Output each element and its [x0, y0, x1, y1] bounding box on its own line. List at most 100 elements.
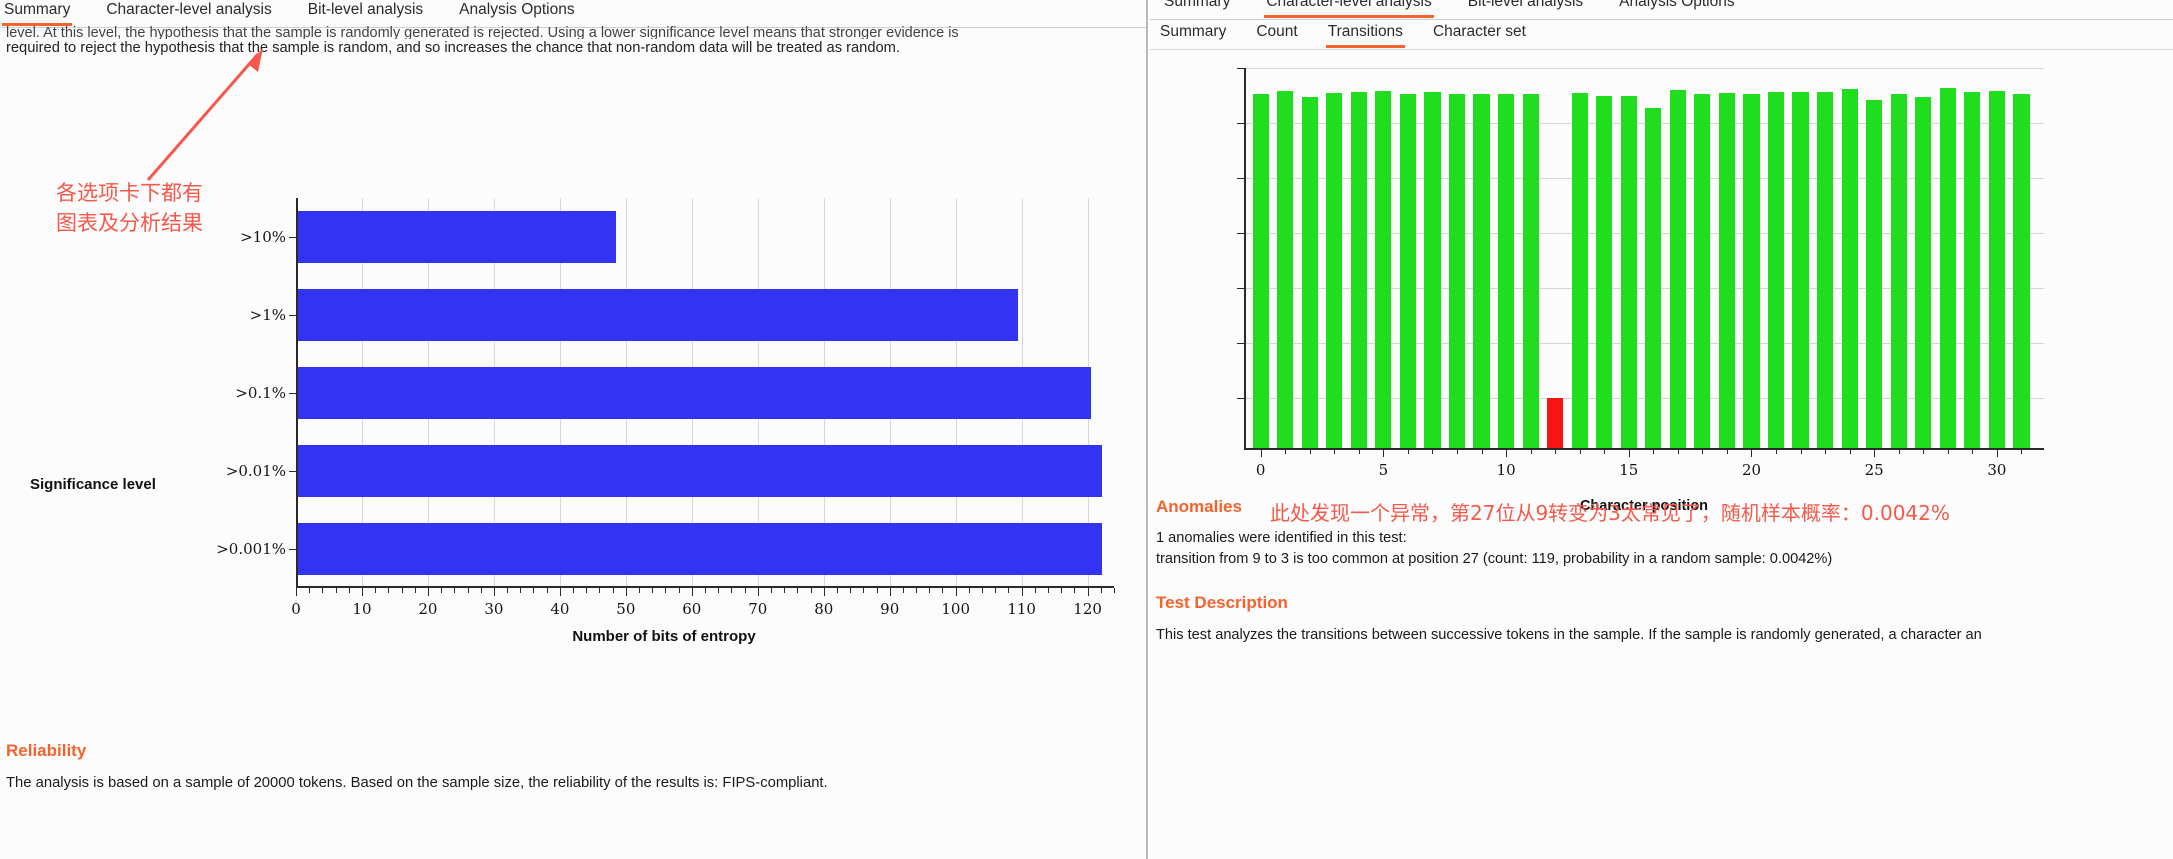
transition-bar [1915, 96, 1932, 448]
entropy-chart-y-axis [296, 198, 298, 588]
x-axis-minor-tick [850, 588, 852, 593]
x-axis-tick [1628, 450, 1630, 457]
x-axis-minor-tick [916, 588, 918, 593]
x-axis-tick [889, 588, 891, 596]
x-axis-minor-tick [1407, 450, 1409, 454]
right-tab-bit-level-analysis[interactable]: Bit-level analysis [1466, 0, 1601, 18]
x-axis-tick [757, 588, 759, 596]
transition-bar [1375, 91, 1392, 448]
anomalies-line-1: 1 anomalies were identified in this test… [1156, 530, 1407, 546]
transitions-bar-chart: Character position 100%10%1%0.1%0.01%0.0… [1150, 54, 2173, 514]
x-axis-minor-tick [1334, 450, 1336, 454]
x-axis-minor-tick [1432, 450, 1434, 454]
transition-bar [1571, 93, 1588, 448]
reliability-body: The analysis is based on a sample of 200… [6, 773, 1146, 815]
x-axis-minor-tick [784, 588, 786, 593]
transition-bar [1326, 93, 1343, 448]
y-axis-tick-label: >0.01% [225, 462, 286, 480]
transition-bar [1792, 92, 1809, 448]
x-axis-minor-tick [414, 588, 416, 593]
subtab-count[interactable]: Count [1252, 20, 1313, 48]
x-axis-minor-tick [1972, 450, 1974, 454]
x-axis-minor-tick [322, 588, 324, 593]
x-axis-minor-tick [375, 588, 377, 593]
right-tab-summary[interactable]: Summary [1162, 0, 1248, 18]
x-axis-minor-tick [1457, 450, 1458, 454]
x-axis-minor-tick [1604, 450, 1606, 454]
x-axis-tick-label: 90 [880, 600, 900, 618]
left-report-window: Summary Character-level analysis Bit-lev… [0, 0, 1148, 859]
x-axis-tick [296, 588, 297, 596]
x-axis-minor-tick [770, 588, 772, 593]
x-axis-minor-tick [1702, 450, 1704, 454]
x-axis-minor-tick [678, 588, 680, 593]
x-axis-minor-tick [1358, 450, 1360, 454]
x-axis-tick-label: 30 [1987, 461, 2007, 479]
gridline [1244, 68, 2044, 69]
x-axis-tick [1087, 588, 1089, 596]
x-axis-minor-tick [1008, 588, 1010, 593]
x-axis-minor-tick [612, 588, 614, 593]
x-axis-minor-tick [863, 588, 865, 593]
reliability-line-2-clipped [6, 794, 1146, 815]
x-axis-tick-label: 60 [682, 600, 702, 618]
x-axis-minor-tick [1034, 588, 1036, 593]
x-axis-minor-tick [1923, 450, 1925, 454]
right-report-window: Summary Character-level analysis Bit-lev… [1150, 0, 2173, 859]
x-axis-minor-tick [995, 588, 997, 593]
x-axis-minor-tick [1530, 450, 1532, 454]
transition-bar [1669, 89, 1686, 448]
transition-bar [1645, 107, 1662, 448]
x-axis-tick-label: 10 [1496, 461, 1516, 479]
transition-bar [1252, 93, 1269, 448]
transition-bar [1964, 92, 1981, 448]
y-axis-tick [289, 549, 296, 550]
tab-character-level-analysis[interactable]: Character-level analysis [104, 0, 289, 26]
right-primary-tabbar: Summary Character-level analysis Bit-lev… [1150, 0, 2173, 20]
x-axis-minor-tick [335, 588, 337, 593]
x-axis-tick-label: 20 [418, 600, 438, 618]
x-axis-minor-tick [309, 588, 311, 593]
annotation-right: 此处发现一个异常，第27位从9转变为3太常见了，随机样本概率：0.0042% [1270, 501, 1950, 525]
entropy-bar [296, 289, 1019, 341]
transition-bar [1866, 100, 1883, 448]
subtab-character-set[interactable]: Character set [1429, 20, 1542, 48]
test-description-heading: Test Description [1156, 593, 1288, 612]
x-axis-minor-tick [1800, 450, 1802, 454]
x-axis-tick [1383, 450, 1385, 457]
x-axis-minor-tick [744, 588, 746, 593]
transition-bar [1522, 94, 1539, 448]
x-axis-minor-tick [546, 588, 548, 593]
x-axis-minor-tick [467, 588, 469, 593]
right-tab-analysis-options[interactable]: Analysis Options [1617, 0, 1752, 18]
tab-bit-level-analysis[interactable]: Bit-level analysis [306, 0, 441, 26]
x-axis-minor-tick [652, 588, 654, 593]
x-axis-minor-tick [929, 588, 931, 593]
x-axis-tick [427, 588, 429, 596]
tab-analysis-options[interactable]: Analysis Options [457, 0, 592, 26]
transition-bar [2013, 94, 2030, 448]
x-axis-tick [361, 588, 363, 596]
y-axis-tick [289, 393, 296, 394]
subtab-summary[interactable]: Summary [1156, 20, 1242, 48]
x-axis-minor-tick [1048, 588, 1050, 593]
x-axis-minor-tick [1849, 450, 1851, 454]
transition-bar [1743, 94, 1760, 448]
x-axis-tick-label: 100 [941, 600, 970, 618]
x-axis-tick [1751, 450, 1753, 457]
application-window: Summary Character-level analysis Bit-lev… [0, 0, 2173, 859]
x-axis-minor-tick [982, 588, 984, 593]
x-axis-minor-tick [1114, 588, 1115, 593]
x-axis-minor-tick [599, 588, 601, 593]
x-axis-minor-tick [388, 588, 390, 593]
test-description-line-1: This test analyzes the transitions betwe… [1156, 627, 1982, 643]
transition-bar [1841, 89, 1858, 448]
tab-summary[interactable]: Summary [2, 0, 88, 26]
x-axis-minor-tick [1677, 450, 1679, 454]
x-axis-minor-tick [665, 588, 667, 593]
x-axis-tick [493, 588, 495, 596]
entropy-bar [296, 445, 1103, 497]
subtab-transitions[interactable]: Transitions [1324, 20, 1419, 48]
right-tab-character-level-analysis[interactable]: Character-level analysis [1264, 0, 1449, 18]
x-axis-minor-tick [1825, 450, 1827, 454]
